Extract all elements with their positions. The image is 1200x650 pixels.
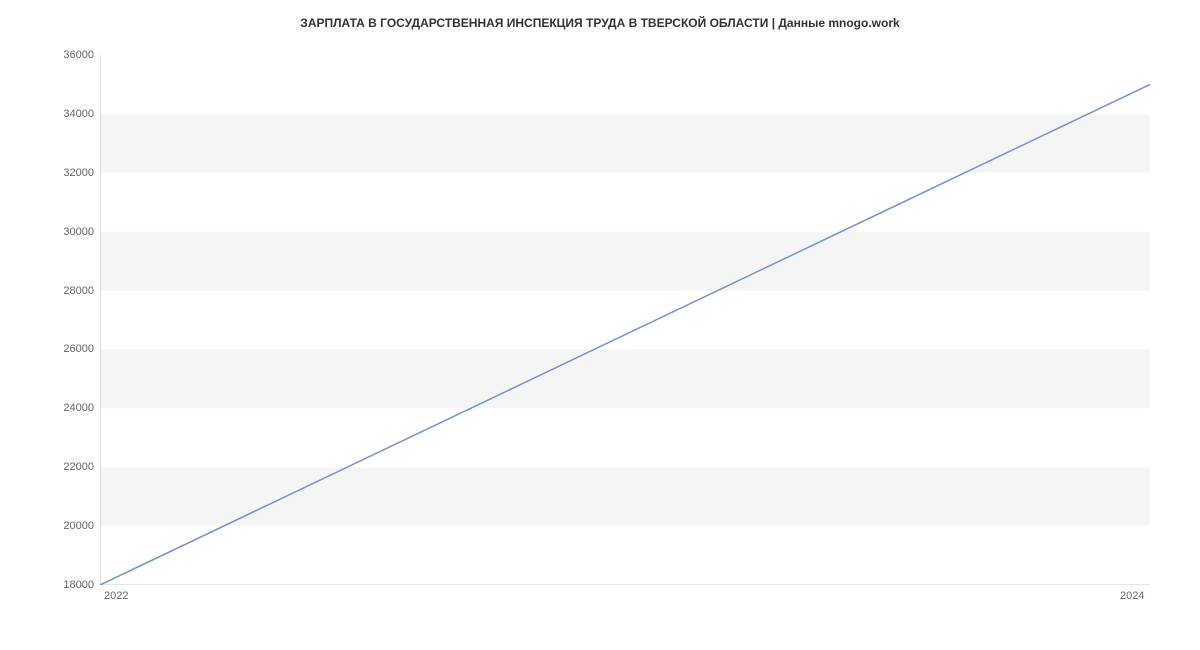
x-tick-label: 2024 (1120, 590, 1144, 602)
x-tick-label: 2022 (104, 590, 128, 602)
grid-bands-group (100, 114, 1150, 526)
chart-svg (100, 55, 1150, 585)
grid-band (100, 114, 1150, 173)
y-tick-label: 26000 (63, 343, 94, 355)
y-tick-label: 32000 (63, 167, 94, 179)
y-tick-label: 34000 (63, 108, 94, 120)
y-tick-label: 36000 (63, 49, 94, 61)
y-tick-label: 22000 (63, 461, 94, 473)
y-tick-label: 30000 (63, 226, 94, 238)
y-tick-label: 28000 (63, 285, 94, 297)
chart-plot-area (100, 55, 1150, 585)
grid-band (100, 349, 1150, 408)
y-tick-label: 18000 (63, 579, 94, 591)
grid-band (100, 467, 1150, 526)
grid-band (100, 232, 1150, 291)
chart-title: ЗАРПЛАТА В ГОСУДАРСТВЕННАЯ ИНСПЕКЦИЯ ТРУ… (0, 0, 1200, 30)
y-tick-label: 24000 (63, 402, 94, 414)
y-tick-label: 20000 (63, 520, 94, 532)
